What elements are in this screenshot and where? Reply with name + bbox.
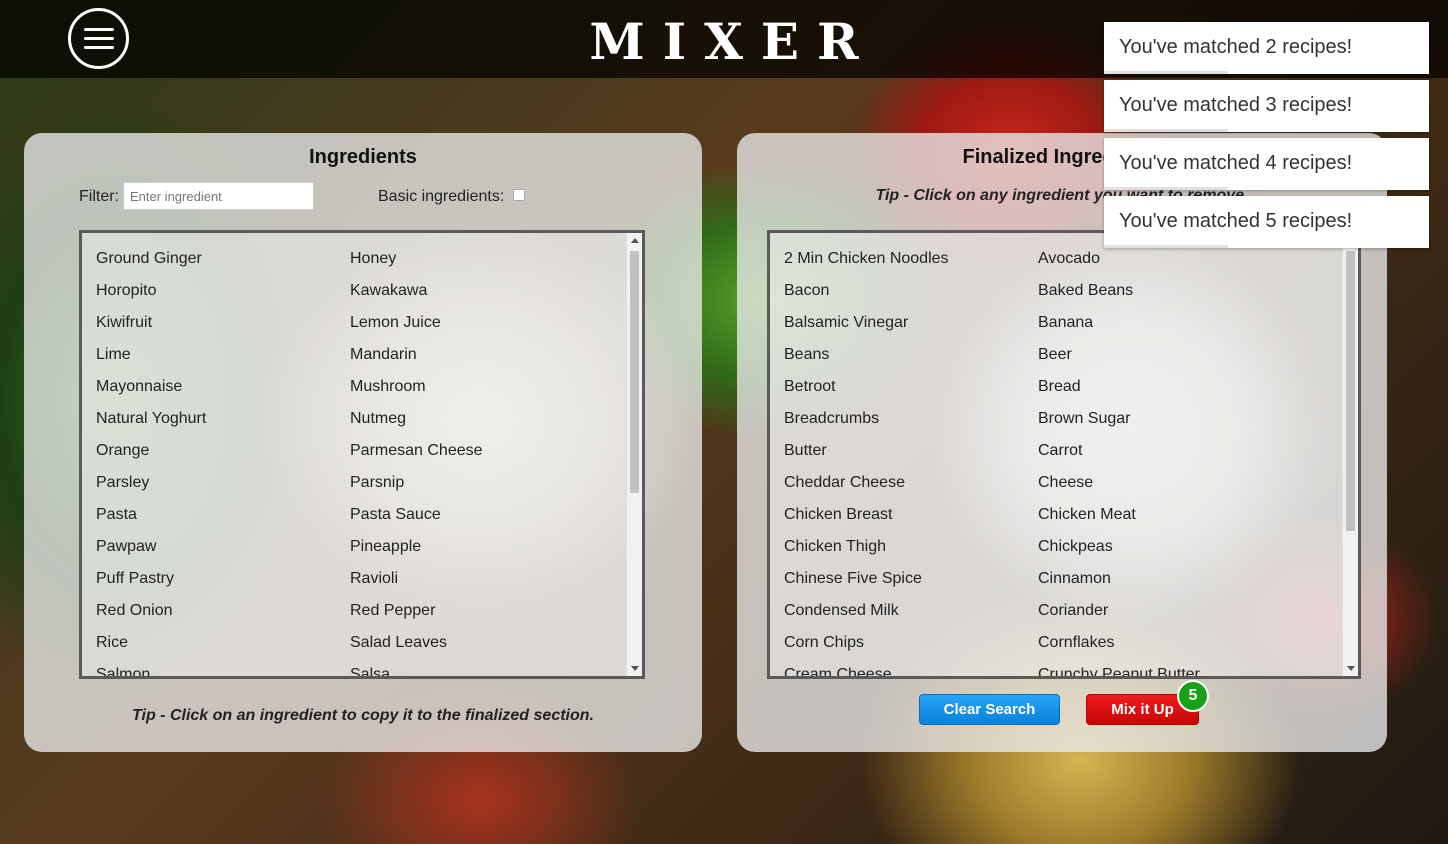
- finalized-grid: 2 Min Chicken Noodles Avocado Bacon Baked B…: [784, 246, 1338, 676]
- ingredient-item[interactable]: Orange: [96, 438, 350, 470]
- finalized-item[interactable]: Condensed Milk: [784, 598, 1038, 630]
- scrollbar-thumb[interactable]: [630, 251, 639, 493]
- ingredient-item[interactable]: Red Pepper: [350, 598, 604, 630]
- ingredient-item[interactable]: Pasta Sauce: [350, 502, 604, 534]
- filter-label: Filter:: [79, 188, 119, 205]
- ingredient-item[interactable]: Horopito: [96, 278, 350, 310]
- ingredient-item[interactable]: Nutmeg: [350, 406, 604, 438]
- finalized-item[interactable]: Chicken Thigh: [784, 534, 1038, 566]
- toast-notification[interactable]: You've matched 4 recipes!: [1104, 138, 1429, 190]
- ingredient-item[interactable]: Kiwifruit: [96, 310, 350, 342]
- ingredient-item[interactable]: Ground Ginger: [96, 246, 350, 278]
- finalized-item[interactable]: Avocado: [1038, 246, 1292, 278]
- ingredients-grid: Ground Ginger Honey Horopito Kawakawa Kiwifr…: [96, 246, 622, 676]
- toast-notification[interactable]: You've matched 5 recipes!: [1104, 196, 1429, 248]
- ingredients-tip: Tip - Click on an ingredient to copy it …: [132, 707, 594, 724]
- ingredients-panel: Ingredients Filter: Basic ingredients: G…: [24, 133, 702, 752]
- ingredient-item[interactable]: Parsnip: [350, 470, 604, 502]
- finalized-scrollbar[interactable]: [1342, 233, 1358, 676]
- finalized-item[interactable]: Butter: [784, 438, 1038, 470]
- finalized-item[interactable]: Betroot: [784, 374, 1038, 406]
- finalized-item[interactable]: Cream Cheese: [784, 662, 1038, 676]
- finalized-item[interactable]: Brown Sugar: [1038, 406, 1292, 438]
- toast-notification[interactable]: You've matched 2 recipes!: [1104, 22, 1429, 74]
- ingredient-item[interactable]: Pawpaw: [96, 534, 350, 566]
- finalized-item[interactable]: Baked Beans: [1038, 278, 1292, 310]
- ingredient-item[interactable]: Ravioli: [350, 566, 604, 598]
- ingredient-item[interactable]: Lime: [96, 342, 350, 374]
- ingredient-item[interactable]: Puff Pastry: [96, 566, 350, 598]
- finalized-item[interactable]: Chinese Five Spice: [784, 566, 1038, 598]
- ingredient-item[interactable]: Parmesan Cheese: [350, 438, 604, 470]
- finalized-item[interactable]: Carrot: [1038, 438, 1292, 470]
- finalized-item[interactable]: Beans: [784, 342, 1038, 374]
- toast-message: You've matched 5 recipes!: [1119, 210, 1353, 232]
- ingredient-item[interactable]: Natural Yoghurt: [96, 406, 350, 438]
- ingredient-item[interactable]: Honey: [350, 246, 604, 278]
- ingredient-item[interactable]: Lemon Juice: [350, 310, 604, 342]
- toast-message: You've matched 2 recipes!: [1119, 36, 1353, 58]
- finalized-item[interactable]: Cheese: [1038, 470, 1292, 502]
- finalized-item[interactable]: Coriander: [1038, 598, 1292, 630]
- finalized-item[interactable]: Bacon: [784, 278, 1038, 310]
- match-count-badge: 5: [1177, 680, 1209, 712]
- finalized-item[interactable]: Crunchy Peanut Butter: [1038, 662, 1292, 676]
- ingredient-item[interactable]: Pasta: [96, 502, 350, 534]
- scrollbar-thumb[interactable]: [1346, 251, 1355, 531]
- finalized-item[interactable]: Chicken Meat: [1038, 502, 1292, 534]
- filter-input[interactable]: [123, 182, 314, 210]
- ingredient-item[interactable]: Mushroom: [350, 374, 604, 406]
- finalized-list[interactable]: 2 Min Chicken Noodles Avocado Bacon Baked B…: [767, 230, 1361, 679]
- ingredient-item[interactable]: Salmon: [96, 662, 350, 676]
- finalized-item[interactable]: Beer: [1038, 342, 1292, 374]
- toast-message: You've matched 3 recipes!: [1119, 94, 1353, 116]
- toast-message: You've matched 4 recipes!: [1119, 152, 1353, 174]
- finalized-item[interactable]: Banana: [1038, 310, 1292, 342]
- ingredients-scrollbar[interactable]: [626, 233, 642, 676]
- finalized-item[interactable]: Cornflakes: [1038, 630, 1292, 662]
- ingredient-item[interactable]: Mayonnaise: [96, 374, 350, 406]
- finalized-item[interactable]: Balsamic Vinegar: [784, 310, 1038, 342]
- toast-notification[interactable]: You've matched 3 recipes!: [1104, 80, 1429, 132]
- ingredient-item[interactable]: Red Onion: [96, 598, 350, 630]
- finalized-item[interactable]: Cheddar Cheese: [784, 470, 1038, 502]
- finalized-item[interactable]: Bread: [1038, 374, 1292, 406]
- scroll-down-icon[interactable]: [631, 666, 639, 671]
- finalized-item[interactable]: Corn Chips: [784, 630, 1038, 662]
- ingredients-list[interactable]: Ground Ginger Honey Horopito Kawakawa Kiwifr…: [79, 230, 645, 679]
- ingredient-item[interactable]: Parsley: [96, 470, 350, 502]
- ingredient-item[interactable]: Mandarin: [350, 342, 604, 374]
- finalized-item[interactable]: Cinnamon: [1038, 566, 1292, 598]
- finalized-item[interactable]: Breadcrumbs: [784, 406, 1038, 438]
- ingredient-item[interactable]: Salad Leaves: [350, 630, 604, 662]
- ingredient-item[interactable]: Salsa: [350, 662, 604, 676]
- basic-ingredients-label: Basic ingredients:: [378, 188, 505, 205]
- toast-progress-bar: [1104, 187, 1228, 190]
- scroll-up-icon[interactable]: [631, 238, 639, 243]
- clear-search-button[interactable]: Clear Search: [919, 694, 1060, 725]
- toast-progress-bar: [1104, 129, 1228, 132]
- toast-progress-bar: [1104, 245, 1228, 248]
- finalized-item[interactable]: 2 Min Chicken Noodles: [784, 246, 1038, 278]
- ingredient-item[interactable]: Kawakawa: [350, 278, 604, 310]
- ingredients-title: Ingredients: [309, 146, 417, 168]
- toast-progress-bar: [1104, 71, 1228, 74]
- scroll-down-icon[interactable]: [1347, 666, 1355, 671]
- finalized-item[interactable]: Chicken Breast: [784, 502, 1038, 534]
- ingredient-item[interactable]: Pineapple: [350, 534, 604, 566]
- ingredient-item[interactable]: Rice: [96, 630, 350, 662]
- basic-ingredients-checkbox[interactable]: [513, 189, 525, 201]
- finalized-item[interactable]: Chickpeas: [1038, 534, 1292, 566]
